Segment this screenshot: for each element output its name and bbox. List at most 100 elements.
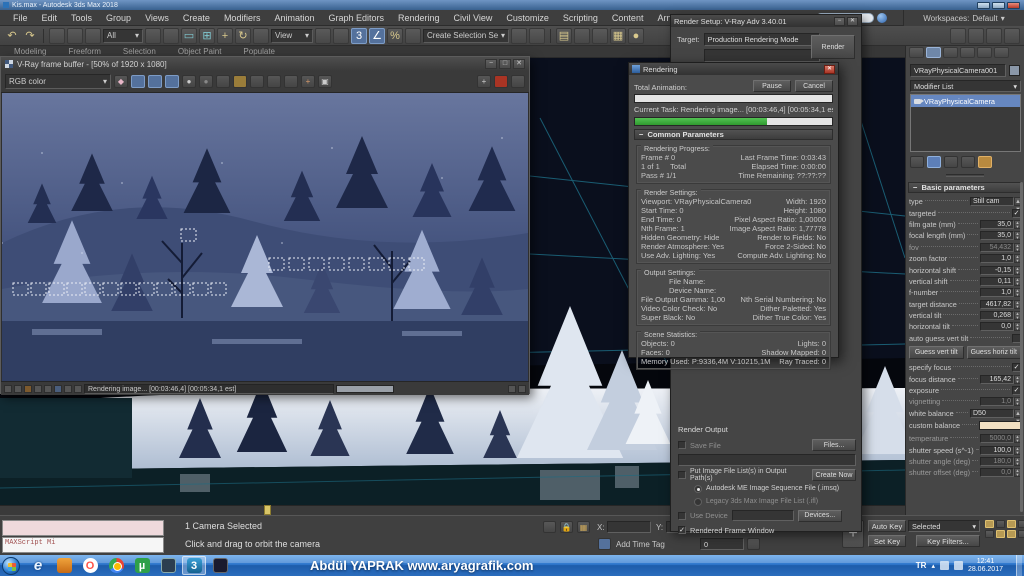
parameter-value[interactable]: 165,42 bbox=[980, 375, 1014, 384]
guess-horiz-tilt-button[interactable]: Guess horiz tilt bbox=[967, 346, 1022, 359]
window-close-button[interactable] bbox=[1007, 2, 1020, 9]
time-slider-handle[interactable] bbox=[264, 505, 271, 515]
load-image-icon[interactable] bbox=[233, 75, 247, 88]
vfb-history-icon[interactable] bbox=[54, 385, 62, 393]
use-device-checkbox[interactable] bbox=[678, 512, 686, 520]
options-icon[interactable] bbox=[511, 75, 525, 88]
menu-item[interactable]: Animation bbox=[267, 10, 321, 26]
pan-icon[interactable] bbox=[996, 530, 1005, 538]
minimize-icon[interactable]: − bbox=[485, 59, 497, 69]
menu-item[interactable]: Content bbox=[605, 10, 651, 26]
maxscript-mini-listener[interactable]: MAXScript Mi bbox=[2, 537, 164, 553]
autodesk-imsq-radio[interactable] bbox=[694, 485, 702, 493]
panel-resize-handle[interactable] bbox=[946, 174, 984, 177]
blue-channel-icon[interactable] bbox=[165, 75, 179, 88]
render-setup-titlebar[interactable]: Render Setup: V-Ray Adv 3.40.01 − ✕ bbox=[671, 15, 861, 27]
configure-modifier-sets-icon[interactable] bbox=[978, 156, 992, 168]
parameter-value[interactable]: 35,0 bbox=[980, 220, 1014, 229]
select-and-link-icon[interactable] bbox=[49, 28, 65, 44]
follow-mouse-icon[interactable]: + bbox=[477, 75, 491, 88]
legacy-ifl-radio[interactable] bbox=[694, 498, 702, 506]
schematic-view-icon[interactable]: ▦ bbox=[610, 28, 626, 44]
parameter-value[interactable]: 0,0 bbox=[980, 322, 1014, 331]
frame-spinner-icon[interactable] bbox=[747, 538, 760, 550]
color-corrections-icon[interactable]: ◆ bbox=[114, 75, 128, 88]
vfb-channel-dropdown[interactable]: RGB color ▾ bbox=[5, 74, 111, 89]
menu-item[interactable]: Civil View bbox=[447, 10, 500, 26]
zoom-icon[interactable] bbox=[985, 520, 994, 528]
render-image[interactable] bbox=[2, 93, 528, 381]
files-button[interactable]: Files... bbox=[812, 439, 856, 451]
rendered-frame-window-icon[interactable] bbox=[968, 28, 984, 44]
redo-icon[interactable]: ↷ bbox=[22, 28, 38, 44]
select-by-name-icon[interactable] bbox=[163, 28, 179, 44]
render-iterative-icon[interactable] bbox=[1004, 28, 1020, 44]
reference-coordinate-dropdown[interactable]: View ▾ bbox=[271, 29, 313, 43]
tab-create[interactable] bbox=[909, 47, 924, 58]
stop-render-icon[interactable] bbox=[494, 75, 508, 88]
show-desktop-button[interactable] bbox=[1016, 555, 1022, 576]
curve-editor-icon[interactable] bbox=[592, 28, 608, 44]
put-image-checkbox[interactable] bbox=[678, 471, 686, 479]
cancel-button[interactable]: Cancel bbox=[795, 80, 833, 92]
vfb-expand-icon[interactable] bbox=[508, 385, 516, 393]
tab-display[interactable] bbox=[977, 47, 992, 58]
monochrome-icon[interactable]: ● bbox=[199, 75, 213, 88]
save-image-icon[interactable] bbox=[216, 75, 230, 88]
make-unique-icon[interactable] bbox=[944, 156, 958, 168]
modifier-list-dropdown[interactable]: Modifier List ▾ bbox=[910, 80, 1021, 92]
modifier-stack-item[interactable]: VRayPhysicalCamera bbox=[911, 95, 1020, 107]
alpha-channel-icon[interactable]: ● bbox=[182, 75, 196, 88]
parameter-value[interactable]: 5000,0 bbox=[980, 434, 1014, 443]
window-maximize-button[interactable] bbox=[992, 2, 1005, 9]
align-icon[interactable] bbox=[529, 28, 545, 44]
rendering-titlebar[interactable]: Rendering ✕ bbox=[629, 63, 838, 75]
output-path-field[interactable] bbox=[678, 454, 856, 466]
set-key-button[interactable]: Set Key bbox=[868, 535, 906, 547]
menu-item[interactable]: Views bbox=[138, 10, 176, 26]
angle-snap-icon[interactable]: ∠ bbox=[369, 28, 385, 44]
tray-expand-icon[interactable]: ▴ bbox=[931, 562, 935, 570]
target-dropdown[interactable]: Production Rendering Mode ▾ bbox=[704, 33, 820, 46]
workspaces-selector[interactable]: Workspaces: Default ▾ bbox=[903, 10, 1024, 26]
maximize-viewport-icon[interactable] bbox=[1018, 530, 1024, 538]
select-and-move-icon[interactable]: + bbox=[217, 28, 233, 44]
menu-item[interactable]: Modifiers bbox=[217, 10, 268, 26]
selection-lock-icon[interactable]: 🔒 bbox=[560, 521, 573, 533]
save-file-checkbox[interactable] bbox=[678, 441, 686, 449]
menu-item[interactable]: Tools bbox=[64, 10, 99, 26]
window-minimize-button[interactable] bbox=[977, 2, 990, 9]
percent-snap-icon[interactable]: % bbox=[387, 28, 403, 44]
parameter-value[interactable]: D50 bbox=[970, 409, 1014, 418]
vfb-titlebar[interactable]: V-Ray frame buffer - [50% of 1920 x 1080… bbox=[1, 57, 529, 71]
custom-balance-swatch[interactable] bbox=[979, 421, 1021, 430]
internet-explorer[interactable]: e bbox=[26, 556, 50, 575]
zoom-extents-icon[interactable] bbox=[1007, 520, 1016, 528]
named-selection-sets-dropdown[interactable]: Create Selection Se ▾ bbox=[423, 29, 509, 43]
mirror-icon[interactable] bbox=[511, 28, 527, 44]
time-tag-icon[interactable] bbox=[598, 538, 611, 550]
select-and-rotate-icon[interactable]: ↻ bbox=[235, 28, 251, 44]
spinner-snap-icon[interactable] bbox=[405, 28, 421, 44]
photo-app[interactable] bbox=[208, 556, 232, 575]
select-object-icon[interactable] bbox=[145, 28, 161, 44]
parameter-value[interactable]: 1,0 bbox=[980, 288, 1014, 297]
selection-region-icon[interactable]: ▭ bbox=[181, 28, 197, 44]
menu-item[interactable]: File bbox=[6, 10, 35, 26]
render-setup-icon[interactable] bbox=[950, 28, 966, 44]
bind-to-spacewarp-icon[interactable] bbox=[85, 28, 101, 44]
utorrent[interactable]: µ bbox=[130, 556, 154, 575]
compare-horizontal-icon[interactable] bbox=[284, 75, 298, 88]
parameter-value[interactable]: 100,0 bbox=[980, 446, 1014, 455]
parameter-value[interactable]: 0,11 bbox=[980, 277, 1014, 286]
remove-modifier-icon[interactable] bbox=[961, 156, 975, 168]
network-icon[interactable] bbox=[940, 561, 949, 570]
snap-toggle-3d-icon[interactable]: 3 bbox=[351, 28, 367, 44]
guess-vert-tilt-button[interactable]: Guess vert tilt bbox=[909, 346, 964, 359]
vfb-ab-compare-icon[interactable] bbox=[64, 385, 72, 393]
graphite-ribbon-icon[interactable] bbox=[574, 28, 590, 44]
render-production-icon[interactable] bbox=[986, 28, 1002, 44]
key-filters-button[interactable]: Key Filters... bbox=[916, 535, 980, 547]
macro-recorder-pane[interactable] bbox=[2, 520, 164, 536]
pause-button[interactable]: Pause bbox=[753, 80, 791, 92]
